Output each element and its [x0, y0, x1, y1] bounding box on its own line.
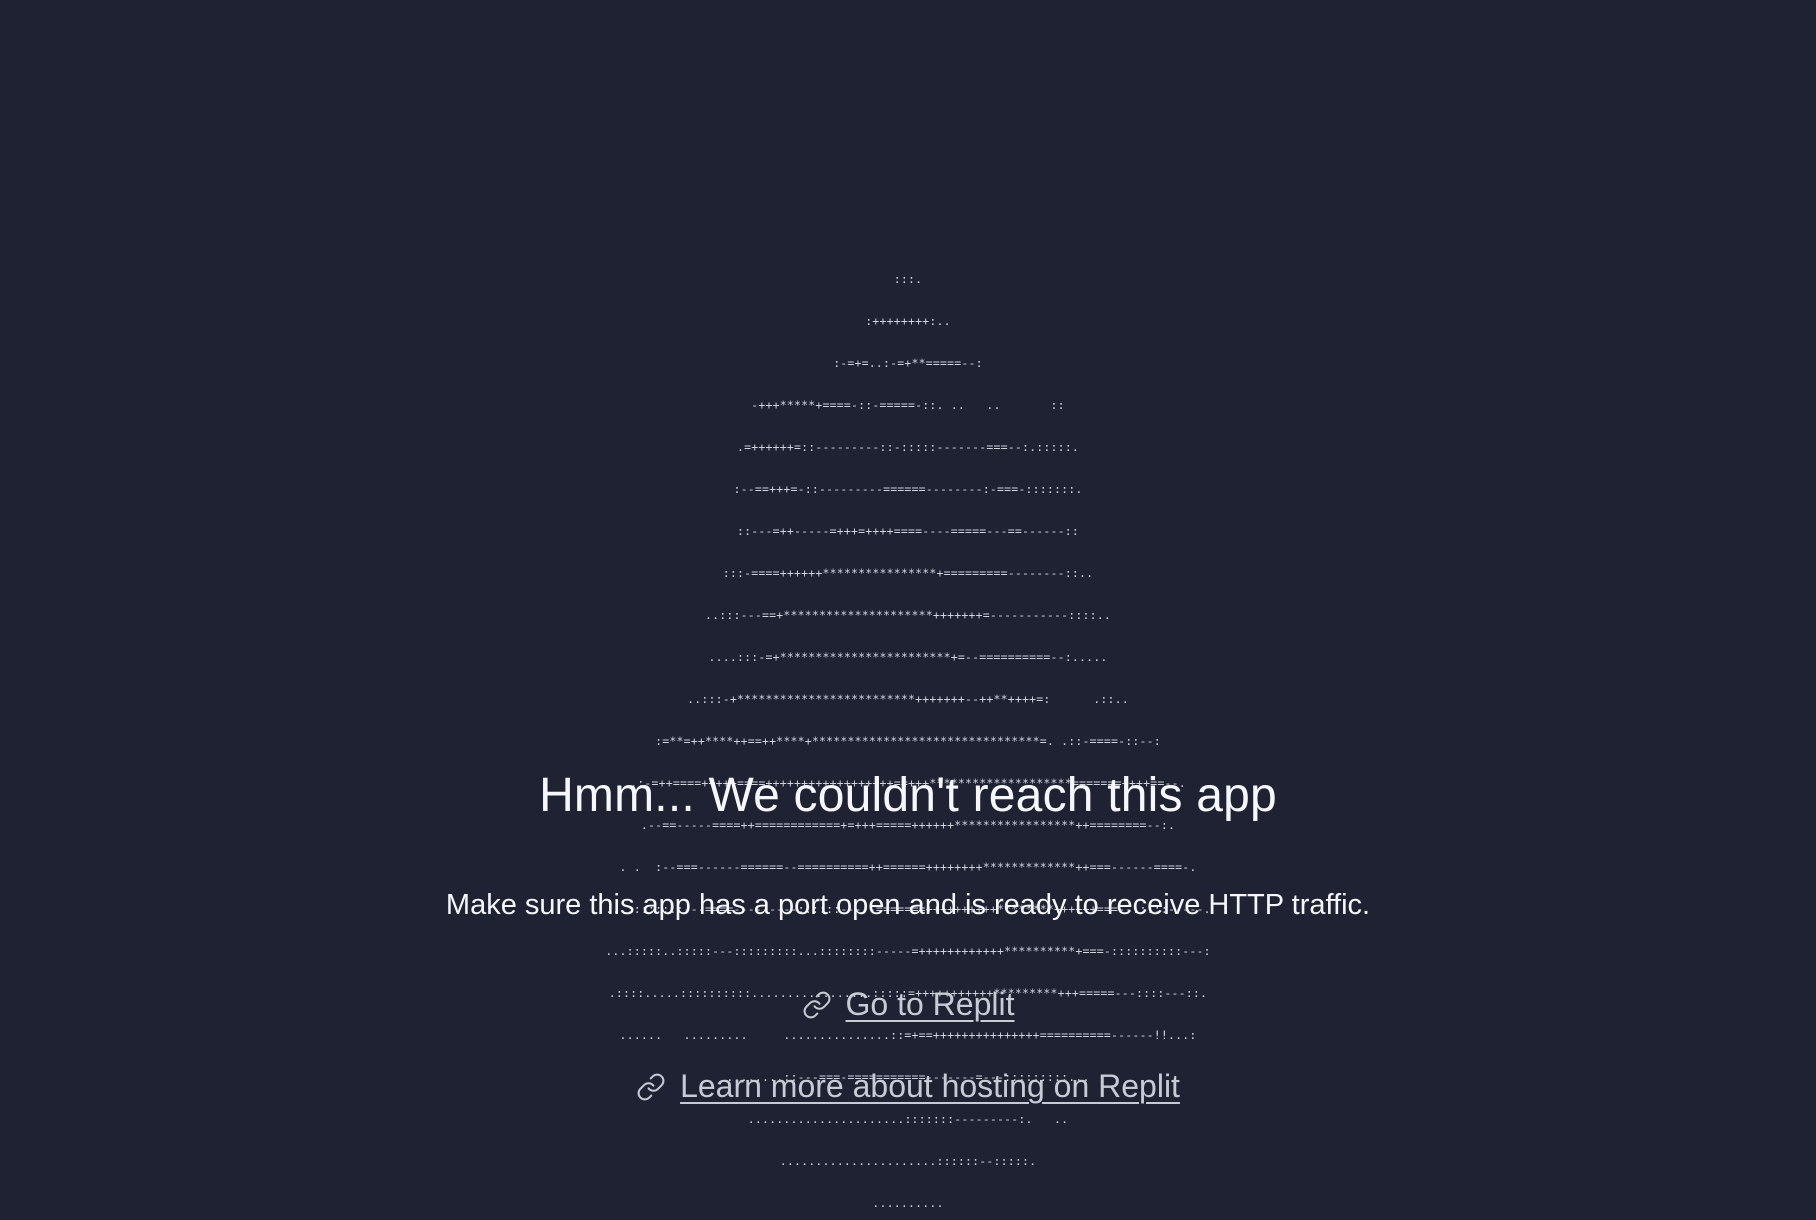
ascii-line: .......... [872, 1196, 944, 1210]
ascii-line: ......................::::::--:::::. [779, 1154, 1037, 1168]
ascii-line: . . :--===------======--==========++====… [619, 860, 1197, 874]
ascii-line: ...... ......... ...............::=+==++… [619, 1028, 1197, 1042]
go-to-replit-link-row[interactable]: Go to Replit [0, 986, 1816, 1023]
ascii-line: ......................:::::::---------:.… [747, 1112, 1069, 1126]
ascii-line: :=**=++****++==++****+******************… [655, 734, 1161, 748]
ascii-line: :::. [893, 272, 923, 286]
ascii-line: :-=+=..:-=+**=====--: [833, 356, 983, 370]
link-icon [802, 990, 832, 1020]
learn-more-hosting-link-row[interactable]: Learn more about hosting on Replit [0, 1068, 1816, 1105]
ascii-line: -+++*****+====-::-=====-::. .. .. :: [751, 398, 1065, 412]
ascii-line: :++++++++:.. [865, 314, 951, 328]
ascii-line: ....:::-=+************************+=--==… [708, 650, 1108, 664]
ascii-line: ::---=++-----=+++=++++====----=====---==… [737, 524, 1079, 538]
ascii-line: ..:::-+*************************+++++++-… [687, 692, 1129, 706]
learn-more-hosting-link[interactable]: Learn more about hosting on Replit [680, 1068, 1180, 1105]
go-to-replit-link[interactable]: Go to Replit [846, 986, 1015, 1023]
page-title: Hmm... We couldn't reach this app [539, 769, 1277, 822]
ascii-line: .=++++++=::---------::-:::::-------===--… [737, 440, 1079, 454]
ascii-line: :--==+++=-::---------======--------:-===… [733, 482, 1083, 496]
link-icon [636, 1072, 666, 1102]
ascii-line: :::-====++++++****************+=========… [722, 566, 1094, 580]
error-description: Make sure this app has a port open and i… [445, 889, 1371, 921]
ascii-line: ...:::::..:::::---:::::::::...::::::::--… [605, 944, 1211, 958]
error-page: :::. :++++++++:.. :-=+=..:-=+**=====--: … [0, 0, 1816, 1220]
ascii-line: ..:::---==+*********************+++++++=… [704, 608, 1112, 622]
